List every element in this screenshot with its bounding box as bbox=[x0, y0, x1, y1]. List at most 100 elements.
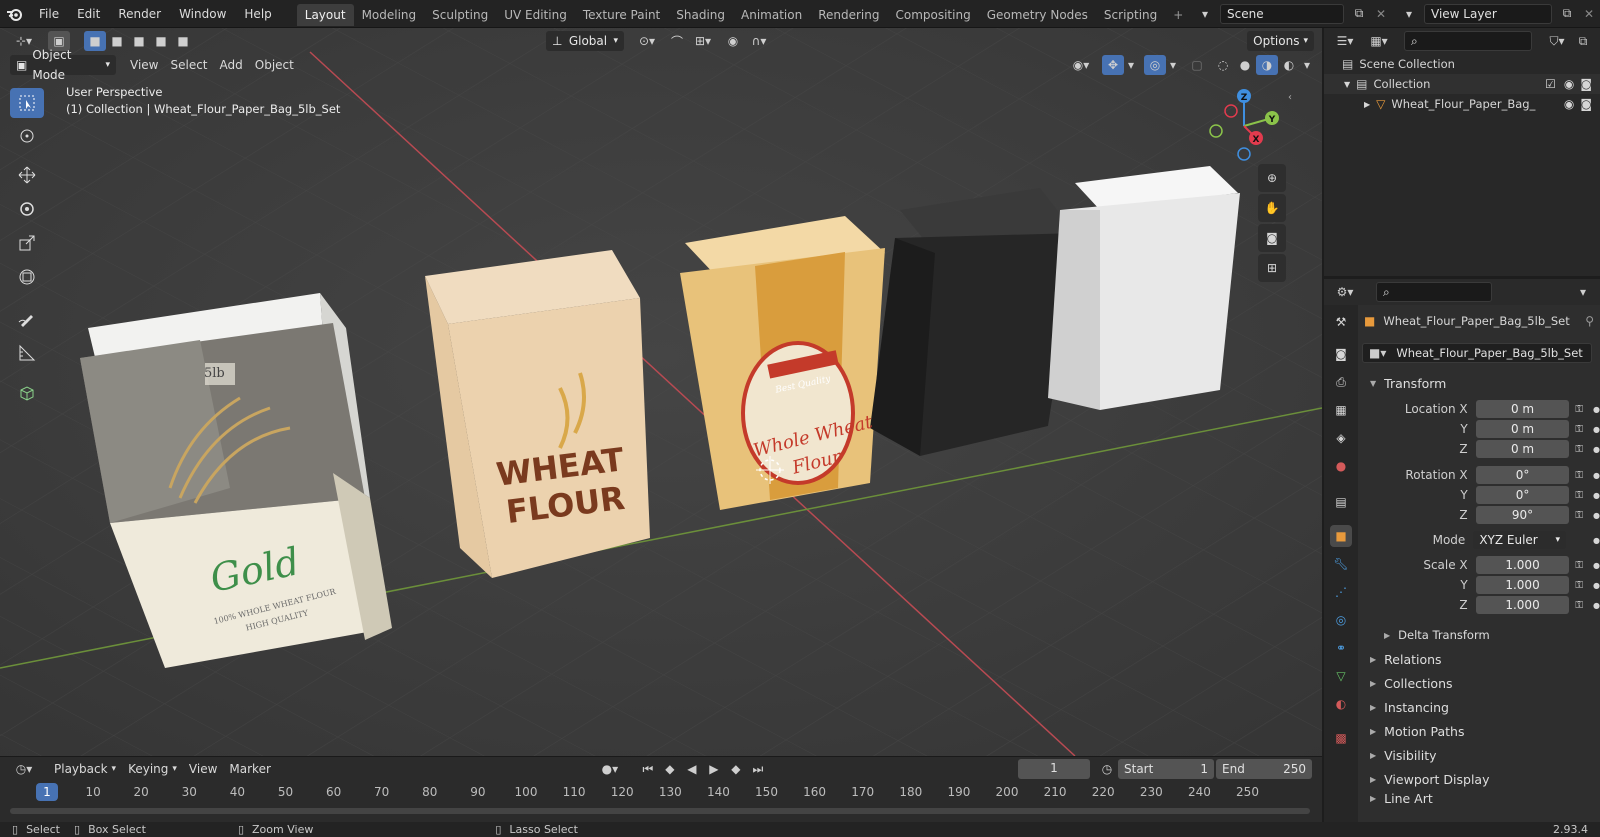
viewport-menu-select[interactable]: Select bbox=[164, 58, 213, 72]
lock-icon[interactable]: ⚿ bbox=[1575, 560, 1583, 571]
pan-hand-icon[interactable]: ✋ bbox=[1258, 194, 1286, 222]
new-collection-icon[interactable]: ⧉ bbox=[1572, 31, 1594, 51]
timeline-menu-keying[interactable]: Keying ▾ bbox=[122, 762, 183, 776]
timeline-menu-marker[interactable]: Marker bbox=[223, 762, 276, 776]
panel-visibility[interactable]: ▶ Visibility bbox=[1358, 743, 1600, 767]
rotation-z-field[interactable]: 90° bbox=[1475, 506, 1570, 524]
start-frame-field[interactable]: Start 1 bbox=[1118, 759, 1214, 779]
proportional-editing-icon[interactable]: ◉ bbox=[722, 31, 744, 51]
jump-prev-keyframe-icon[interactable]: ◆ bbox=[659, 759, 681, 779]
texture-tab-icon[interactable]: ▩ bbox=[1330, 727, 1352, 749]
panel-line-art[interactable]: ▶ Line Art bbox=[1358, 791, 1600, 805]
shading-dropdown-icon[interactable]: ▾ bbox=[1300, 55, 1314, 75]
scene-tab-icon[interactable]: ◈ bbox=[1330, 427, 1352, 449]
tab-scripting[interactable]: Scripting bbox=[1096, 4, 1165, 26]
rotation-y-field[interactable]: 0° bbox=[1475, 486, 1570, 504]
tool-tab-icon[interactable]: ⚒ bbox=[1330, 311, 1352, 333]
menu-edit[interactable]: Edit bbox=[68, 0, 109, 28]
render-tab-icon[interactable]: ◙ bbox=[1330, 343, 1352, 365]
menu-window[interactable]: Window bbox=[170, 0, 235, 28]
pin-icon[interactable]: ⚲ bbox=[1585, 314, 1594, 328]
timeline-editor-type-icon[interactable]: ◷▾ bbox=[8, 759, 40, 779]
display-mode-icon[interactable]: ▦▾ bbox=[1364, 31, 1394, 51]
material-tab-icon[interactable]: ◐ bbox=[1330, 693, 1352, 715]
data-tab-icon[interactable]: ▽ bbox=[1330, 665, 1352, 687]
options-dropdown[interactable]: Options ▾ bbox=[1247, 31, 1314, 51]
delete-view-layer-icon[interactable]: ✕ bbox=[1578, 4, 1600, 24]
lock-icon[interactable]: ⚿ bbox=[1575, 490, 1583, 501]
collection-tab-icon[interactable]: ▤ bbox=[1330, 491, 1352, 513]
sidebar-toggle-icon[interactable]: ‹ bbox=[1288, 92, 1292, 103]
current-frame-field[interactable]: 1 bbox=[1018, 759, 1090, 779]
tab-layout[interactable]: Layout bbox=[296, 4, 354, 26]
lock-icon[interactable]: ⚿ bbox=[1575, 424, 1583, 435]
mode-dropdown[interactable]: ▣ Object Mode ▾ bbox=[10, 48, 116, 82]
jump-start-icon[interactable]: ⏮ bbox=[637, 759, 659, 779]
tab-uv-editing[interactable]: UV Editing bbox=[496, 4, 575, 26]
lock-icon[interactable]: ⚿ bbox=[1575, 470, 1583, 481]
play-reverse-icon[interactable]: ◀ bbox=[681, 759, 703, 779]
tab-compositing[interactable]: Compositing bbox=[887, 4, 978, 26]
menu-help[interactable]: Help bbox=[235, 0, 280, 28]
transform-tool-icon[interactable] bbox=[10, 262, 44, 292]
lock-icon[interactable]: ⚿ bbox=[1575, 404, 1583, 415]
measure-tool-icon[interactable] bbox=[10, 338, 44, 368]
keyframe-dot-icon[interactable]: ● bbox=[1593, 536, 1600, 545]
location-z-field[interactable]: 0 m bbox=[1475, 440, 1570, 458]
visibility-icon[interactable]: ◉▾ bbox=[1066, 55, 1096, 75]
overlays-toggle-icon[interactable]: ◎ bbox=[1144, 55, 1166, 75]
zoom-icon[interactable]: ⊕ bbox=[1258, 164, 1286, 192]
exclude-checkbox-icon[interactable]: ☑ bbox=[1545, 77, 1556, 91]
location-x-field[interactable]: 0 m bbox=[1475, 400, 1570, 418]
panel-motion-paths[interactable]: ▶ Motion Paths bbox=[1358, 719, 1600, 743]
scale-x-field[interactable]: 1.000 bbox=[1475, 556, 1570, 574]
keyframe-dot-icon[interactable]: ● bbox=[1593, 581, 1600, 590]
constraints-tab-icon[interactable]: ⚭ bbox=[1330, 637, 1352, 659]
end-frame-field[interactable]: End 250 bbox=[1216, 759, 1312, 779]
properties-options-icon[interactable]: ▾ bbox=[1572, 282, 1594, 302]
pivot-point-icon[interactable]: ⊙▾ bbox=[632, 31, 662, 51]
add-workspace-button[interactable]: + bbox=[1165, 4, 1191, 26]
rotation-x-field[interactable]: 0° bbox=[1475, 466, 1570, 484]
move-tool-icon[interactable] bbox=[10, 160, 44, 190]
object-datablock-field[interactable]: ■▾ Wheat_Flour_Paper_Bag_5lb_Set bbox=[1362, 343, 1592, 363]
gizmo-toggle-icon[interactable]: ✥ bbox=[1102, 55, 1124, 75]
eye-icon[interactable]: ◉ bbox=[1564, 97, 1574, 111]
delta-transform-subpanel[interactable]: ▶ Delta Transform bbox=[1358, 623, 1600, 647]
lock-icon[interactable]: ⚿ bbox=[1575, 580, 1583, 591]
rotate-tool-icon[interactable] bbox=[10, 194, 44, 224]
camera-icon[interactable]: ◙ bbox=[1580, 97, 1592, 111]
panel-relations[interactable]: ▶ Relations bbox=[1358, 647, 1600, 671]
preview-range-clock-icon[interactable]: ◷ bbox=[1096, 759, 1118, 779]
play-icon[interactable]: ▶ bbox=[703, 759, 725, 779]
keyframe-dot-icon[interactable]: ● bbox=[1593, 445, 1600, 454]
view-layer-browse-icon[interactable]: ▾ bbox=[1398, 4, 1420, 24]
panel-viewport-display[interactable]: ▶ Viewport Display bbox=[1358, 767, 1600, 791]
tab-texture-paint[interactable]: Texture Paint bbox=[575, 4, 668, 26]
timeline-menu-playback[interactable]: Playback ▾ bbox=[48, 762, 122, 776]
keyframe-dot-icon[interactable]: ● bbox=[1593, 471, 1600, 480]
tab-geometry-nodes[interactable]: Geometry Nodes bbox=[979, 4, 1096, 26]
xray-toggle-icon[interactable]: ▢ bbox=[1186, 55, 1208, 75]
overlays-dropdown-icon[interactable]: ▾ bbox=[1166, 55, 1180, 75]
physics-tab-icon[interactable]: ◎ bbox=[1330, 609, 1352, 631]
keyframe-dot-icon[interactable]: ● bbox=[1593, 601, 1600, 610]
keyframe-dot-icon[interactable]: ● bbox=[1593, 425, 1600, 434]
modifier-tab-icon[interactable]: 🔧︎ bbox=[1330, 553, 1352, 575]
shading-wireframe-icon[interactable]: ◌ bbox=[1212, 55, 1234, 75]
snap-target-icon[interactable]: ⊞▾ bbox=[688, 31, 718, 51]
outliner-row-object[interactable]: ▶ ▽ Wheat_Flour_Paper_Bag_ ◉ ◙ bbox=[1324, 94, 1600, 114]
timeline-scrollbar[interactable] bbox=[10, 808, 1310, 814]
camera-view-icon[interactable]: ◙ bbox=[1258, 224, 1286, 252]
annotate-tool-icon[interactable] bbox=[10, 304, 44, 334]
select-mode-intersect-icon[interactable]: ■ bbox=[172, 31, 194, 51]
perspective-toggle-icon[interactable]: ⊞ bbox=[1258, 254, 1286, 282]
tab-shading[interactable]: Shading bbox=[668, 4, 733, 26]
camera-icon[interactable]: ◙ bbox=[1580, 77, 1592, 91]
panel-instancing[interactable]: ▶ Instancing bbox=[1358, 695, 1600, 719]
object-tab-icon[interactable]: ■ bbox=[1330, 525, 1352, 547]
viewport-menu-add[interactable]: Add bbox=[214, 58, 249, 72]
lock-icon[interactable]: ⚿ bbox=[1575, 444, 1583, 455]
cursor-tool-icon[interactable] bbox=[10, 121, 44, 151]
select-mode-extend-icon[interactable]: ■ bbox=[106, 31, 128, 51]
